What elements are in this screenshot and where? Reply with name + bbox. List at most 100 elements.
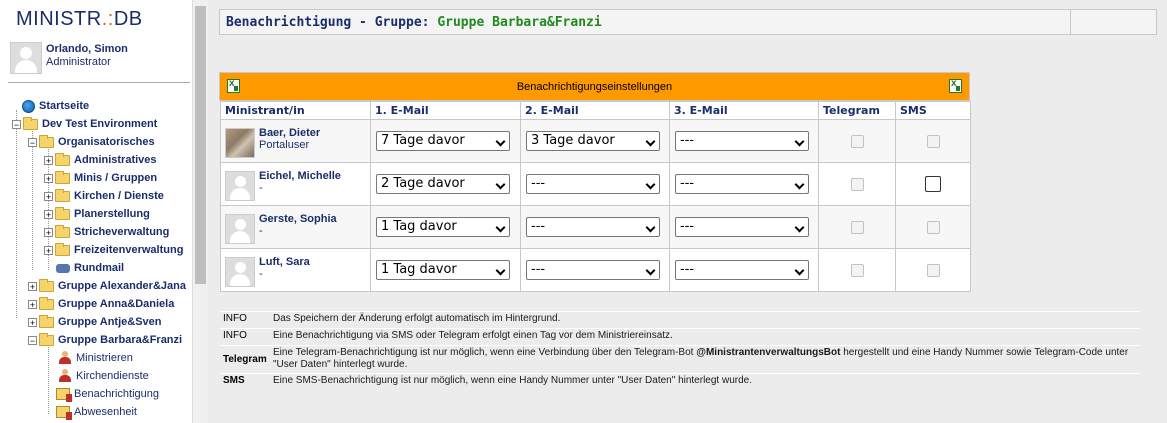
email3-select[interactable]: --- bbox=[675, 260, 809, 280]
tree-item-planerstellung[interactable]: + Planerstellung bbox=[44, 205, 150, 223]
tree-label: Administratives bbox=[74, 154, 157, 166]
sidebar-scrollbar[interactable] bbox=[192, 0, 208, 423]
expand-icon[interactable]: + bbox=[44, 209, 53, 219]
email1-select[interactable]: 1 Tag davor bbox=[376, 217, 510, 237]
ministrant-name[interactable]: Luft, Sara bbox=[259, 256, 310, 268]
tree-label: Kirchen / Dienste bbox=[74, 190, 164, 202]
page-header: Benachrichtigung - Gruppe: Gruppe Barbar… bbox=[219, 9, 1157, 35]
logo-text-left: MINISTR bbox=[16, 8, 102, 30]
email3-select[interactable]: --- bbox=[675, 131, 809, 151]
telegram-checkbox bbox=[850, 263, 864, 277]
email2-select[interactable]: --- bbox=[526, 217, 660, 237]
folder-icon bbox=[39, 134, 54, 148]
column-header: 2. E-Mail bbox=[520, 101, 670, 120]
tree-item-benachrichtigung[interactable]: Benachrichtigung bbox=[56, 385, 159, 403]
avatar bbox=[10, 42, 42, 74]
expand-icon[interactable]: + bbox=[28, 281, 37, 291]
folder-icon bbox=[39, 278, 54, 292]
expand-icon[interactable]: + bbox=[44, 173, 53, 183]
info-text: Eine Telegram-Benachrichtigung ist nur m… bbox=[273, 347, 1135, 371]
expand-icon[interactable]: + bbox=[44, 191, 53, 201]
table-header-row: Ministrant/in 1. E-Mail 2. E-Mail 3. E-M… bbox=[220, 101, 971, 120]
tree-label: Gruppe Antje&Sven bbox=[58, 316, 162, 328]
excel-export-icon[interactable] bbox=[949, 78, 962, 93]
globe-icon bbox=[22, 99, 35, 113]
info-row: INFO Das Speichern der Änderung erfolgt … bbox=[220, 311, 1140, 328]
info-row: INFO Eine Benachrichtigung via SMS oder … bbox=[220, 328, 1140, 345]
tree-label: Gruppe Alexander&Jana bbox=[58, 280, 186, 292]
collapse-icon[interactable]: − bbox=[28, 335, 37, 345]
ministrant-name[interactable]: Gerste, Sophia bbox=[259, 213, 337, 225]
tree-item-abwesenheit[interactable]: Abwesenheit bbox=[56, 403, 137, 421]
avatar bbox=[225, 257, 255, 287]
notification-settings-title: Benachrichtigungseinstellungen bbox=[516, 81, 673, 93]
info-label: SMS bbox=[223, 375, 245, 386]
table-row: Eichel, Michelle - 2 Tage davor --- --- bbox=[220, 162, 971, 206]
info-text: Das Speichern der Änderung erfolgt autom… bbox=[273, 313, 561, 324]
tree-label: Planerstellung bbox=[74, 208, 150, 220]
user-name[interactable]: Orlando, Simon bbox=[46, 43, 128, 55]
tree-item-gruppe-antje-sven[interactable]: + Gruppe Antje&Sven bbox=[28, 313, 162, 331]
tree-item-rundmail[interactable]: Rundmail bbox=[56, 259, 124, 277]
column-header: 1. E-Mail bbox=[370, 101, 521, 120]
folder-icon bbox=[55, 152, 70, 166]
avatar bbox=[225, 171, 255, 201]
sms-checkbox bbox=[926, 134, 940, 148]
expand-icon[interactable]: + bbox=[44, 245, 53, 255]
ministrant-role: Portaluser bbox=[259, 139, 310, 151]
tree-item-kirchen-dienste[interactable]: + Kirchen / Dienste bbox=[44, 187, 164, 205]
tree-label: Dev Test Environment bbox=[42, 118, 158, 130]
tree-item-gruppe-barbara-franzi[interactable]: − Gruppe Barbara&Franzi bbox=[28, 331, 182, 349]
ministrant-role: - bbox=[259, 182, 263, 194]
folder-icon bbox=[39, 314, 54, 328]
tree-item-minis-gruppen[interactable]: + Minis / Gruppen bbox=[44, 169, 157, 187]
column-header: SMS bbox=[895, 101, 971, 120]
collapse-icon[interactable]: − bbox=[12, 119, 21, 129]
email1-select[interactable]: 7 Tage davor bbox=[376, 131, 510, 151]
app-logo[interactable]: MINISTR.:DB bbox=[16, 8, 143, 31]
tree-item-gruppe-alexander-jana[interactable]: + Gruppe Alexander&Jana bbox=[28, 277, 186, 295]
expand-icon[interactable]: + bbox=[44, 155, 53, 165]
logo-separator: .: bbox=[101, 8, 114, 30]
tree-item-gruppe-anna-daniela[interactable]: + Gruppe Anna&Daniela bbox=[28, 295, 174, 313]
tree-item-stricheverwaltung[interactable]: + Stricheverwaltung bbox=[44, 223, 169, 241]
email1-select[interactable]: 1 Tag davor bbox=[376, 260, 510, 280]
expand-icon[interactable]: + bbox=[28, 299, 37, 309]
collapse-icon[interactable]: − bbox=[28, 137, 37, 147]
email2-select[interactable]: --- bbox=[526, 174, 660, 194]
tree-item-startseite[interactable]: Startseite bbox=[22, 97, 89, 115]
expand-icon[interactable]: + bbox=[28, 317, 37, 327]
info-label: INFO bbox=[223, 313, 247, 324]
page-title: Benachrichtigung - Gruppe: Gruppe Barbar… bbox=[226, 15, 602, 30]
tree-item-ministrieren[interactable]: Ministrieren bbox=[58, 349, 133, 367]
tree-item-administratives[interactable]: + Administratives bbox=[44, 151, 157, 169]
tree-label: Ministrieren bbox=[76, 352, 133, 364]
info-label: INFO bbox=[223, 330, 247, 341]
info-row: SMS Eine SMS-Benachrichtigung ist nur mö… bbox=[220, 373, 1140, 390]
email1-select[interactable]: 2 Tage davor bbox=[376, 174, 510, 194]
scrollbar-thumb[interactable] bbox=[195, 6, 206, 284]
ministrant-name[interactable]: Eichel, Michelle bbox=[259, 170, 341, 182]
email3-select[interactable]: --- bbox=[675, 217, 809, 237]
tree-label: Benachrichtigung bbox=[74, 388, 160, 400]
table-row: Baer, Dieter Portaluser 7 Tage davor 3 Ta… bbox=[220, 119, 971, 163]
folder-icon bbox=[55, 206, 70, 220]
tree-item-freizeitenverwaltung[interactable]: + Freizeitenverwaltung bbox=[44, 241, 183, 259]
info-text-part: Eine Telegram-Benachrichtigung ist nur m… bbox=[273, 347, 697, 358]
notification-icon bbox=[56, 406, 72, 421]
table-row: Gerste, Sophia - 1 Tag davor --- --- bbox=[220, 205, 971, 249]
ministrant-name[interactable]: Baer, Dieter bbox=[259, 127, 320, 139]
folder-icon bbox=[55, 242, 70, 256]
tree-label: Minis / Gruppen bbox=[74, 172, 158, 184]
email3-select[interactable]: --- bbox=[675, 174, 809, 194]
tree-label: Kirchendienste bbox=[76, 370, 149, 382]
email2-select[interactable]: --- bbox=[526, 260, 660, 280]
tree-label: Rundmail bbox=[74, 262, 125, 274]
tree-item-organisatorisches[interactable]: − Organisatorisches bbox=[28, 133, 155, 151]
sms-checkbox[interactable] bbox=[925, 176, 941, 192]
sms-checkbox bbox=[926, 263, 940, 277]
tree-item-kirchendienste[interactable]: Kirchendienste bbox=[58, 367, 149, 385]
expand-icon[interactable]: + bbox=[44, 227, 53, 237]
email2-select[interactable]: 3 Tage davor bbox=[526, 131, 660, 151]
tree-item-dev-test-environment[interactable]: − Dev Test Environment bbox=[12, 115, 157, 133]
